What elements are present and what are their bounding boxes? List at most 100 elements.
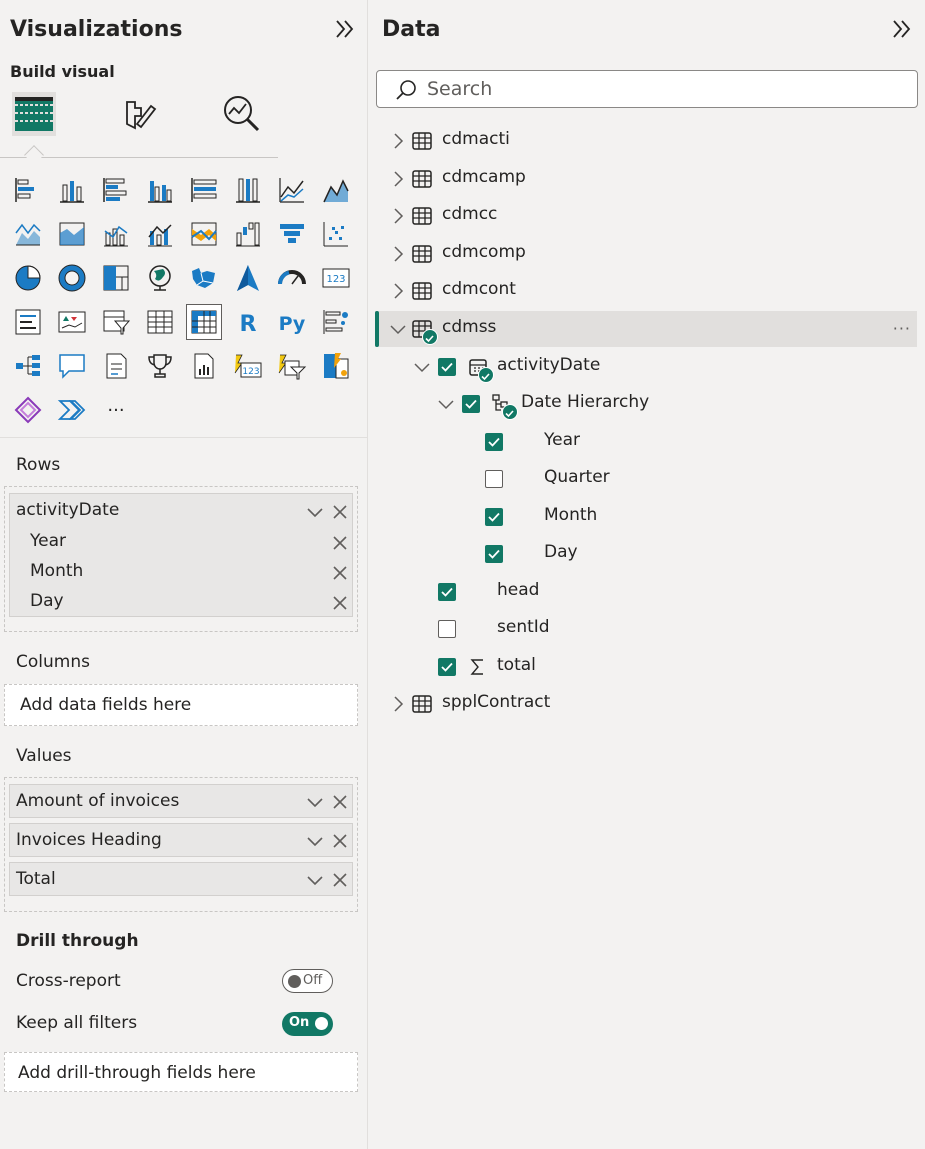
map-globe-icon[interactable] xyxy=(142,260,178,296)
pie-chart-icon[interactable] xyxy=(10,260,46,296)
format-visual-tab[interactable] xyxy=(115,90,163,138)
values-well[interactable]: Amount of invoices Invoices Heading Tota… xyxy=(4,777,358,912)
rows-well[interactable]: activityDate Year Month Day xyxy=(4,486,358,632)
table-row-cdmcont[interactable]: cdmcont xyxy=(375,273,917,309)
chevron-right-icon[interactable] xyxy=(389,207,407,225)
analytics-tab[interactable] xyxy=(218,90,266,138)
build-visual-tab[interactable] xyxy=(10,90,58,138)
treemap-icon[interactable] xyxy=(98,260,134,296)
line-and-stacked-column-chart-icon[interactable] xyxy=(98,216,134,252)
field-row-sentid[interactable]: sentId xyxy=(375,611,917,647)
field-checkbox[interactable] xyxy=(485,508,503,526)
100-stacked-column-chart-icon[interactable] xyxy=(230,172,266,208)
columns-well[interactable]: Add data fields here xyxy=(4,684,358,726)
matrix-visual-icon[interactable] xyxy=(186,304,222,340)
close-icon[interactable] xyxy=(331,871,349,889)
card-icon[interactable]: 123 xyxy=(318,260,354,296)
azure-map-icon[interactable] xyxy=(230,260,266,296)
paginated-report-icon[interactable] xyxy=(186,348,222,384)
power-automate-slicer-icon[interactable] xyxy=(274,348,310,384)
gauge-icon[interactable] xyxy=(274,260,310,296)
values-field-pill[interactable]: Total xyxy=(9,862,353,896)
drill-through-well[interactable]: Add drill-through fields here xyxy=(4,1052,358,1092)
field-checkbox[interactable] xyxy=(485,433,503,451)
chevron-down-icon[interactable] xyxy=(306,871,324,889)
clustered-column-chart-icon[interactable] xyxy=(142,172,178,208)
area-chart-icon[interactable] xyxy=(318,172,354,208)
values-field-pill[interactable]: Amount of invoices xyxy=(9,784,353,818)
table-visual-icon[interactable] xyxy=(142,304,178,340)
collapse-pane-icon[interactable] xyxy=(333,16,357,42)
field-row-quarter[interactable]: Quarter xyxy=(375,461,917,497)
close-icon[interactable] xyxy=(331,503,349,521)
table-row-cdmcamp[interactable]: cdmcamp xyxy=(375,161,917,197)
decomposition-tree-icon[interactable] xyxy=(10,348,46,384)
table-row-cdmss[interactable]: cdmss ··· xyxy=(375,311,917,347)
close-icon[interactable] xyxy=(331,564,349,582)
chevron-visual-icon[interactable] xyxy=(54,392,90,428)
line-and-clustered-column-chart-icon[interactable] xyxy=(142,216,178,252)
field-row-total[interactable]: total xyxy=(375,649,917,685)
donut-chart-icon[interactable] xyxy=(54,260,90,296)
power-automate-icon[interactable] xyxy=(10,392,46,428)
close-icon[interactable] xyxy=(331,832,349,850)
chevron-down-icon[interactable] xyxy=(389,320,407,338)
chevron-down-icon[interactable] xyxy=(413,358,431,376)
funnel-chart-icon[interactable] xyxy=(274,216,310,252)
chevron-right-icon[interactable] xyxy=(389,282,407,300)
power-apps-icon[interactable] xyxy=(318,348,354,384)
field-row-head[interactable]: head xyxy=(375,574,917,610)
values-field-pill[interactable]: Invoices Heading xyxy=(9,823,353,857)
field-checkbox[interactable] xyxy=(485,470,503,488)
field-checkbox[interactable] xyxy=(462,395,480,413)
stacked-bar-chart-icon[interactable] xyxy=(10,172,46,208)
chevron-down-icon[interactable] xyxy=(306,832,324,850)
chevron-down-icon[interactable] xyxy=(306,793,324,811)
table-row-spplcontract[interactable]: spplContract xyxy=(375,686,917,722)
chevron-down-icon[interactable] xyxy=(306,503,324,521)
ribbon-chart-icon[interactable] xyxy=(186,216,222,252)
field-checkbox[interactable] xyxy=(438,358,456,376)
chevron-right-icon[interactable] xyxy=(389,170,407,188)
rows-field-pill[interactable]: activityDate Year Month Day xyxy=(9,493,353,617)
search-input[interactable] xyxy=(427,76,897,102)
chevron-right-icon[interactable] xyxy=(389,245,407,263)
field-row-day[interactable]: Day xyxy=(375,536,917,572)
field-row-year[interactable]: Year xyxy=(375,424,917,460)
keep-all-filters-toggle[interactable]: On xyxy=(282,1012,333,1036)
field-row-month[interactable]: Month xyxy=(375,499,917,535)
field-row-date-hierarchy[interactable]: Date Hierarchy xyxy=(375,386,917,422)
field-checkbox[interactable] xyxy=(438,583,456,601)
100-stacked-bar-chart-icon[interactable] xyxy=(186,172,222,208)
kpi-icon[interactable] xyxy=(54,304,90,340)
field-checkbox[interactable] xyxy=(485,545,503,563)
table-row-cdmacti[interactable]: cdmacti xyxy=(375,123,917,159)
more-visuals-icon[interactable]: ··· xyxy=(98,392,134,428)
slicer-icon[interactable] xyxy=(98,304,134,340)
close-icon[interactable] xyxy=(331,793,349,811)
stacked-area-chart-icon[interactable] xyxy=(10,216,46,252)
cross-report-toggle[interactable]: Off xyxy=(282,969,333,993)
close-icon[interactable] xyxy=(331,534,349,552)
scatter-chart-icon[interactable] xyxy=(318,216,354,252)
field-row-activitydate[interactable]: activityDate xyxy=(375,349,917,385)
close-icon[interactable] xyxy=(331,594,349,612)
waterfall-chart-icon[interactable] xyxy=(230,216,266,252)
search-box[interactable] xyxy=(376,70,918,108)
table-row-cdmcomp[interactable]: cdmcomp xyxy=(375,236,917,272)
100-stacked-area-chart-icon[interactable] xyxy=(54,216,90,252)
line-chart-icon[interactable] xyxy=(274,172,310,208)
field-checkbox[interactable] xyxy=(438,620,456,638)
chevron-right-icon[interactable] xyxy=(389,695,407,713)
multi-row-card-icon[interactable] xyxy=(10,304,46,340)
smart-narrative-icon[interactable] xyxy=(98,348,134,384)
chevron-right-icon[interactable] xyxy=(389,132,407,150)
field-checkbox[interactable] xyxy=(438,658,456,676)
more-options-icon[interactable]: ··· xyxy=(893,319,911,338)
clustered-bar-chart-icon[interactable] xyxy=(98,172,134,208)
python-visual-icon[interactable]: Py xyxy=(274,304,310,340)
power-apps-card-icon[interactable]: 123 xyxy=(230,348,266,384)
stacked-column-chart-icon[interactable] xyxy=(54,172,90,208)
goals-trophy-icon[interactable] xyxy=(142,348,178,384)
table-row-cdmcc[interactable]: cdmcc xyxy=(375,198,917,234)
